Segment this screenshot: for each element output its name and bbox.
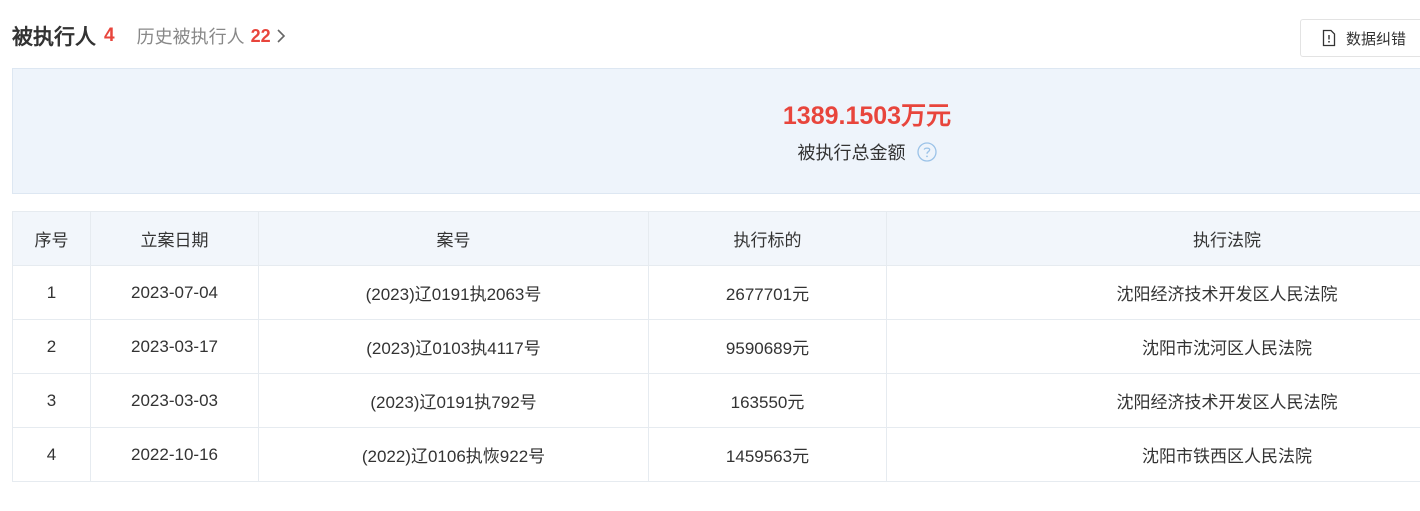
- row-filing-date: 2023-07-04: [90, 265, 259, 320]
- total-amount-caption: 被执行总金额: [797, 143, 906, 164]
- history-link[interactable]: 历史被执行人 22: [137, 23, 288, 49]
- row-filing-date: 2023-03-03: [90, 373, 259, 428]
- summary-panel: 1389.1503万元 被执行总金额: [12, 68, 1420, 194]
- chevron-right-icon: [274, 27, 288, 45]
- row-court-label: 沈阳市沈河区人民法院: [1142, 339, 1312, 358]
- column-header-case-no: 案号: [258, 211, 649, 266]
- help-icon[interactable]: [916, 142, 937, 162]
- row-court-label: 沈阳经济技术开发区人民法院: [1116, 393, 1338, 412]
- row-court: 沈阳经济技术开发区人民法院: [886, 373, 1420, 428]
- total-amount-caption-row: 被执行总金额: [13, 139, 1420, 165]
- row-court-label: 沈阳经济技术开发区人民法院: [1116, 285, 1338, 304]
- row-target: 1459563元: [648, 427, 887, 482]
- table-row: 1 2023-07-04 (2023)辽0191执2063号 2677701元 …: [12, 265, 1420, 320]
- data-correction-label: 数据纠错: [1346, 29, 1407, 48]
- section-count: 4: [104, 25, 115, 46]
- row-case-no: (2022)辽0106执恢922号: [258, 427, 649, 482]
- row-index: 3: [12, 373, 91, 428]
- row-index: 4: [12, 427, 91, 482]
- table-header-row: 序号 立案日期 案号 执行标的 执行法院: [12, 211, 1420, 266]
- section-title: 被执行人: [12, 25, 96, 49]
- table-row: 4 2022-10-16 (2022)辽0106执恢922号 1459563元 …: [12, 427, 1420, 482]
- enforcement-records-table: 序号 立案日期 案号 执行标的 执行法院 1 2023-07-04 (2023)…: [12, 211, 1420, 482]
- column-header-filing-date: 立案日期: [90, 211, 259, 266]
- section-header: 被执行人 4 历史被执行人 22: [12, 18, 288, 54]
- row-target: 9590689元: [648, 319, 887, 374]
- row-court: 沈阳市沈河区人民法院: [886, 319, 1420, 374]
- column-header-target: 执行标的: [648, 211, 887, 266]
- column-header-court: 执行法院: [886, 211, 1420, 266]
- column-header-index: 序号: [12, 211, 91, 266]
- row-filing-date: 2023-03-17: [90, 319, 259, 374]
- total-amount: 1389.1503万元: [782, 102, 952, 130]
- row-court-label: 沈阳市铁西区人民法院: [1142, 447, 1312, 466]
- row-case-no: (2023)辽0191执2063号: [258, 265, 649, 320]
- row-filing-date: 2022-10-16: [90, 427, 259, 482]
- table-row: 3 2023-03-03 (2023)辽0191执792号 163550元 沈阳…: [12, 373, 1420, 428]
- row-target: 163550元: [648, 373, 887, 428]
- table-row: 2 2023-03-17 (2023)辽0103执4117号 9590689元 …: [12, 319, 1420, 374]
- row-case-no: (2023)辽0191执792号: [258, 373, 649, 428]
- row-court: 沈阳经济技术开发区人民法院: [886, 265, 1420, 320]
- row-court: 沈阳市铁西区人民法院: [886, 427, 1420, 482]
- row-index: 1: [12, 265, 91, 320]
- history-count: 22: [250, 25, 271, 46]
- document-icon: [1321, 29, 1337, 47]
- history-label: 历史被执行人: [136, 27, 245, 48]
- row-target: 2677701元: [648, 265, 887, 320]
- row-case-no: (2023)辽0103执4117号: [258, 319, 649, 374]
- row-index: 2: [12, 319, 91, 374]
- column-header-court-label: 执行法院: [1193, 231, 1261, 251]
- data-correction-button[interactable]: 数据纠错: [1300, 19, 1420, 57]
